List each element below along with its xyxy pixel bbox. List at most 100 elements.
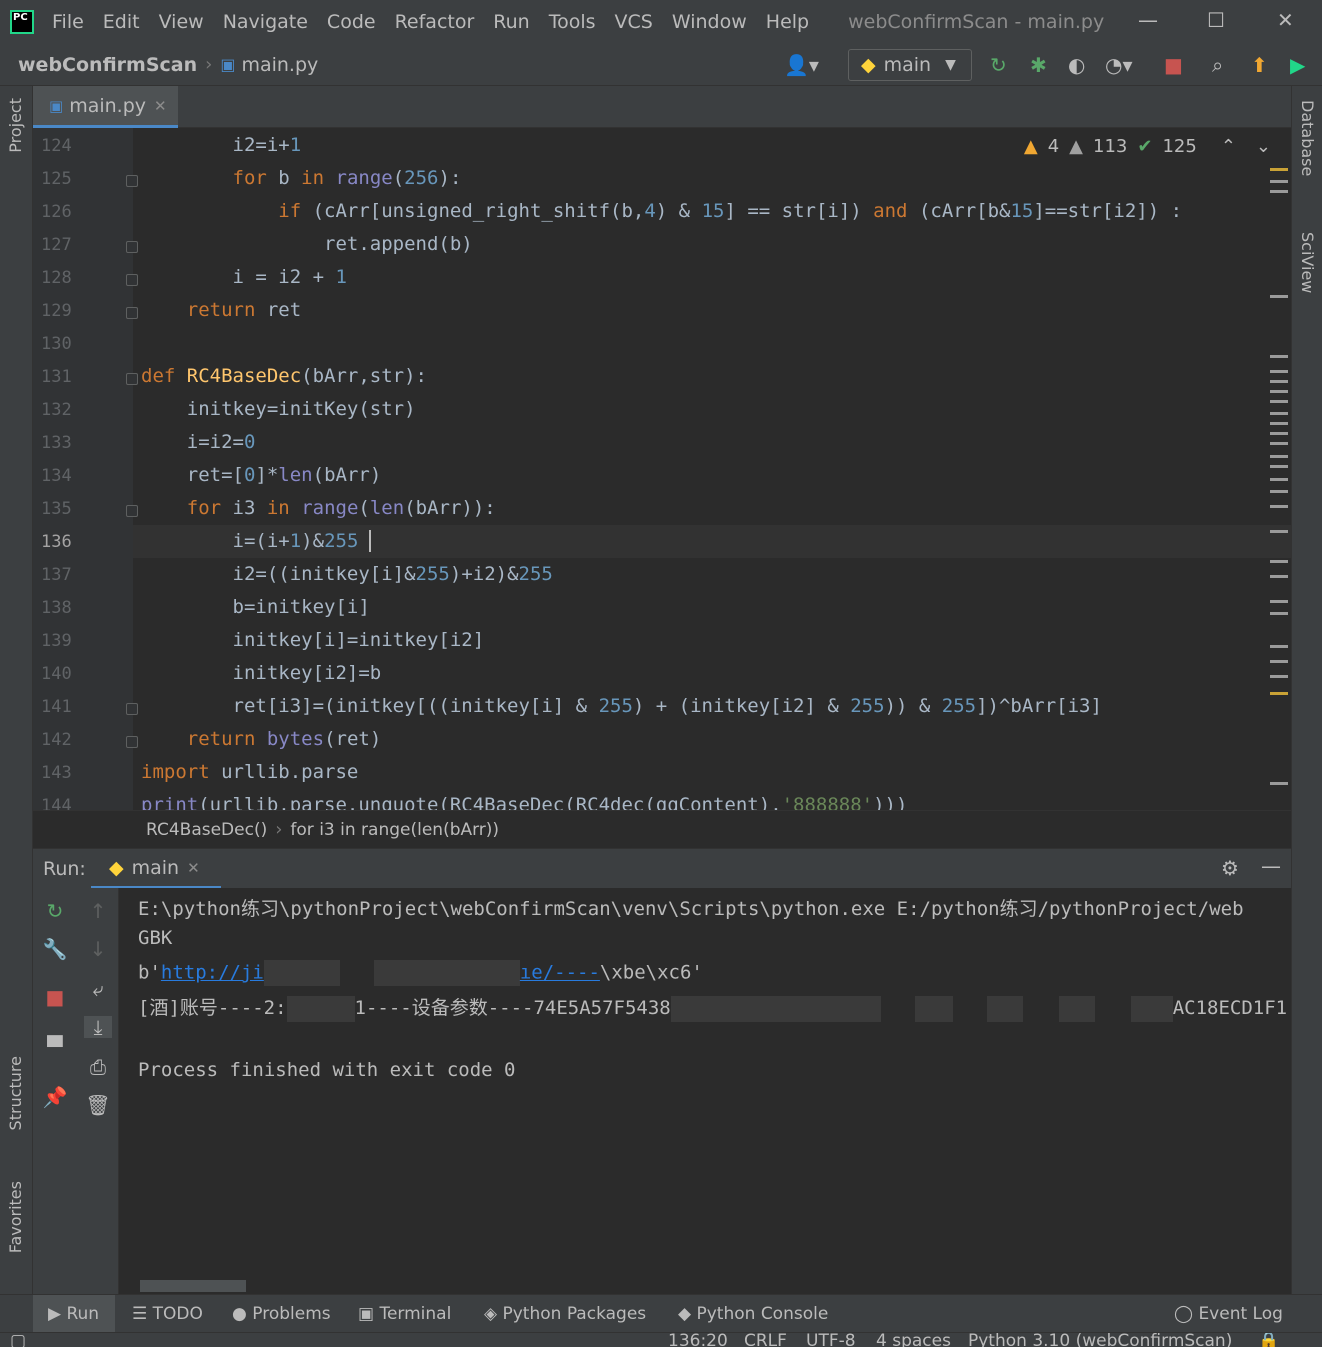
breadcrumb-loop[interactable]: for i3 in range(len(bArr)) [290, 820, 499, 840]
code-line: i2=((initkey[i]&255)+i2)&255 [141, 563, 553, 585]
fold-marker-icon[interactable] [126, 373, 138, 385]
fold-marker-icon[interactable] [126, 736, 138, 748]
python-interpreter[interactable]: Python 3.10 (webConfirmScan) [968, 1333, 1232, 1347]
event-log-tab[interactable]: ◯ Event Log [1174, 1304, 1283, 1324]
right-tool-strip: Database SciView [1291, 86, 1322, 1294]
print-icon[interactable]: ⎙ [84, 1056, 112, 1078]
todo-tab[interactable]: ☰ TODO [132, 1304, 203, 1324]
fold-marker-icon[interactable] [126, 241, 138, 253]
inspection-widget[interactable]: ▲ 4 ▲ 113 ✔ 125 ⌃ ⌄ [1024, 136, 1271, 157]
lock-icon[interactable]: 🔒 [1258, 1333, 1279, 1347]
gear-icon[interactable]: ⚙ [1221, 856, 1239, 880]
line-number: 137 [41, 565, 72, 585]
info-icon: ● [232, 1304, 253, 1324]
code-line: return ret [186, 299, 302, 321]
rerun-icon[interactable]: ↻ [41, 900, 69, 922]
code-line: ret=[0]*len(bArr) [141, 464, 382, 486]
project-tool-tab[interactable]: Project [6, 98, 25, 153]
profile-icon[interactable]: ◔▾ [1105, 54, 1133, 76]
search-icon[interactable]: ⌕ [1212, 54, 1223, 76]
console-output[interactable]: E:\python练习\pythonProject\webConfirmScan… [119, 888, 1291, 1294]
menu-tools[interactable]: Tools [549, 11, 596, 33]
coverage-icon[interactable]: ◐ [1068, 54, 1085, 76]
trash-icon[interactable]: 🗑 [84, 1094, 112, 1116]
problems-tab[interactable]: ● Problems [232, 1304, 331, 1324]
bottom-tool-tabs: ▶ Run ☰ TODO ● Problems ▣ Terminal ◈ Pyt… [0, 1294, 1322, 1333]
menu-window[interactable]: Window [672, 11, 747, 33]
sciview-tool-tab[interactable]: SciView [1298, 232, 1317, 293]
terminal-tab[interactable]: ▣ Terminal [358, 1304, 451, 1324]
menu-view[interactable]: View [159, 11, 204, 33]
code-line: return bytes(ret) [186, 728, 382, 750]
minimize-icon[interactable]: — [1138, 8, 1158, 32]
file-encoding[interactable]: UTF-8 [806, 1333, 856, 1347]
breadcrumb-project[interactable]: webConfirmScan [18, 54, 197, 76]
breadcrumb-function[interactable]: RC4BaseDec() [146, 820, 267, 840]
debug-icon[interactable]: ✱ [1030, 54, 1047, 76]
toggle-panels-icon[interactable]: ▢ [10, 1333, 26, 1347]
pin-icon[interactable]: 📌 [41, 1086, 69, 1108]
favorites-tool-tab[interactable]: Favorites [6, 1181, 25, 1253]
text-caret [369, 530, 371, 552]
layout-icon[interactable]: ▀ [41, 1036, 69, 1058]
menu-help[interactable]: Help [766, 11, 809, 33]
breadcrumb-file[interactable]: main.py [241, 54, 318, 76]
maximize-icon[interactable]: ☐ [1207, 8, 1225, 32]
chevron-up-icon[interactable]: ⌃ [1221, 136, 1236, 157]
update-icon[interactable]: ⬆ [1251, 54, 1268, 76]
indent-setting[interactable]: 4 spaces [876, 1333, 951, 1347]
database-tool-tab[interactable]: Database [1298, 100, 1317, 176]
menu-edit[interactable]: Edit [103, 11, 140, 33]
code-line: for i3 in range(len(bArr)): [186, 497, 496, 519]
code-line: for b in range(256): [232, 167, 462, 189]
fold-marker-icon[interactable] [126, 703, 138, 715]
menu-code[interactable]: Code [327, 11, 376, 33]
navigation-bar: webConfirmScan › ▣ main.py 👤▾ ◆ main ▼ ↻… [0, 44, 1322, 86]
fold-marker-icon[interactable] [126, 175, 138, 187]
stop-icon[interactable]: ■ [1164, 54, 1183, 76]
code-with-me-icon[interactable]: ▶ [1290, 54, 1305, 76]
menu-refactor[interactable]: Refactor [395, 11, 475, 33]
close-icon[interactable]: ✕ [1277, 8, 1294, 32]
menu-navigate[interactable]: Navigate [223, 11, 308, 33]
menu-run[interactable]: Run [493, 11, 529, 33]
soft-wrap-icon[interactable]: ⤶ [84, 978, 112, 1000]
run-config-selector[interactable]: ◆ main ▼ [848, 49, 972, 81]
code-line: initkey[i2]=b [141, 662, 382, 684]
status-bar: ▢ 136:20 CRLF UTF-8 4 spaces Python 3.10… [0, 1332, 1322, 1347]
console-link-end[interactable]: ıe/---- [520, 962, 600, 984]
line-number: 130 [41, 334, 72, 354]
run-tab[interactable]: ▶ Run [48, 1304, 99, 1324]
user-icon[interactable]: 👤▾ [784, 54, 819, 76]
close-tab-icon[interactable]: ✕ [154, 97, 167, 115]
play-icon: ▶ [48, 1304, 67, 1324]
code-editor[interactable]: 124 125 126 127 128 129 130 131 132 133 134 135 136 1… [33, 128, 1291, 810]
arrow-up-icon[interactable]: ↑ [84, 900, 112, 922]
structure-tool-tab[interactable]: Structure [6, 1056, 25, 1130]
line-number: 128 [41, 268, 72, 288]
python-file-icon: ▣ [220, 55, 236, 74]
arrow-down-icon[interactable]: ↓ [84, 938, 112, 960]
scroll-to-end-icon[interactable]: ⤓ [84, 1016, 112, 1038]
wrench-icon[interactable]: 🔧 [41, 938, 69, 960]
run-toolbar: ↻ ↑ 🔧 ↓ ⤶ ■ ⤓ ▀ ⎙ 📌 🗑 [33, 888, 119, 1294]
menu-vcs[interactable]: VCS [615, 11, 653, 33]
fold-marker-icon[interactable] [126, 274, 138, 286]
menu-file[interactable]: File [52, 11, 84, 33]
editor-tab-main[interactable]: ▣ main.py ✕ [33, 86, 178, 128]
console-link-start[interactable]: http://ji [161, 962, 264, 984]
hide-icon[interactable]: — [1261, 854, 1281, 878]
close-tab-icon[interactable]: ✕ [187, 859, 200, 877]
rerun-icon[interactable]: ↻ [990, 54, 1007, 76]
python-console-tab[interactable]: ◆ Python Console [678, 1304, 828, 1324]
python-packages-tab[interactable]: ◈ Python Packages [484, 1304, 646, 1324]
horizontal-scrollbar[interactable] [140, 1280, 246, 1292]
stop-icon[interactable]: ■ [41, 986, 69, 1008]
fold-marker-icon[interactable] [126, 307, 138, 319]
line-separator[interactable]: CRLF [744, 1333, 787, 1347]
chevron-down-icon[interactable]: ⌄ [1256, 136, 1271, 157]
run-tab-main[interactable]: ◆ main ✕ [91, 849, 221, 889]
caret-position[interactable]: 136:20 [668, 1333, 728, 1347]
fold-marker-icon[interactable] [126, 505, 138, 517]
run-tab-text: Run [66, 1304, 100, 1324]
